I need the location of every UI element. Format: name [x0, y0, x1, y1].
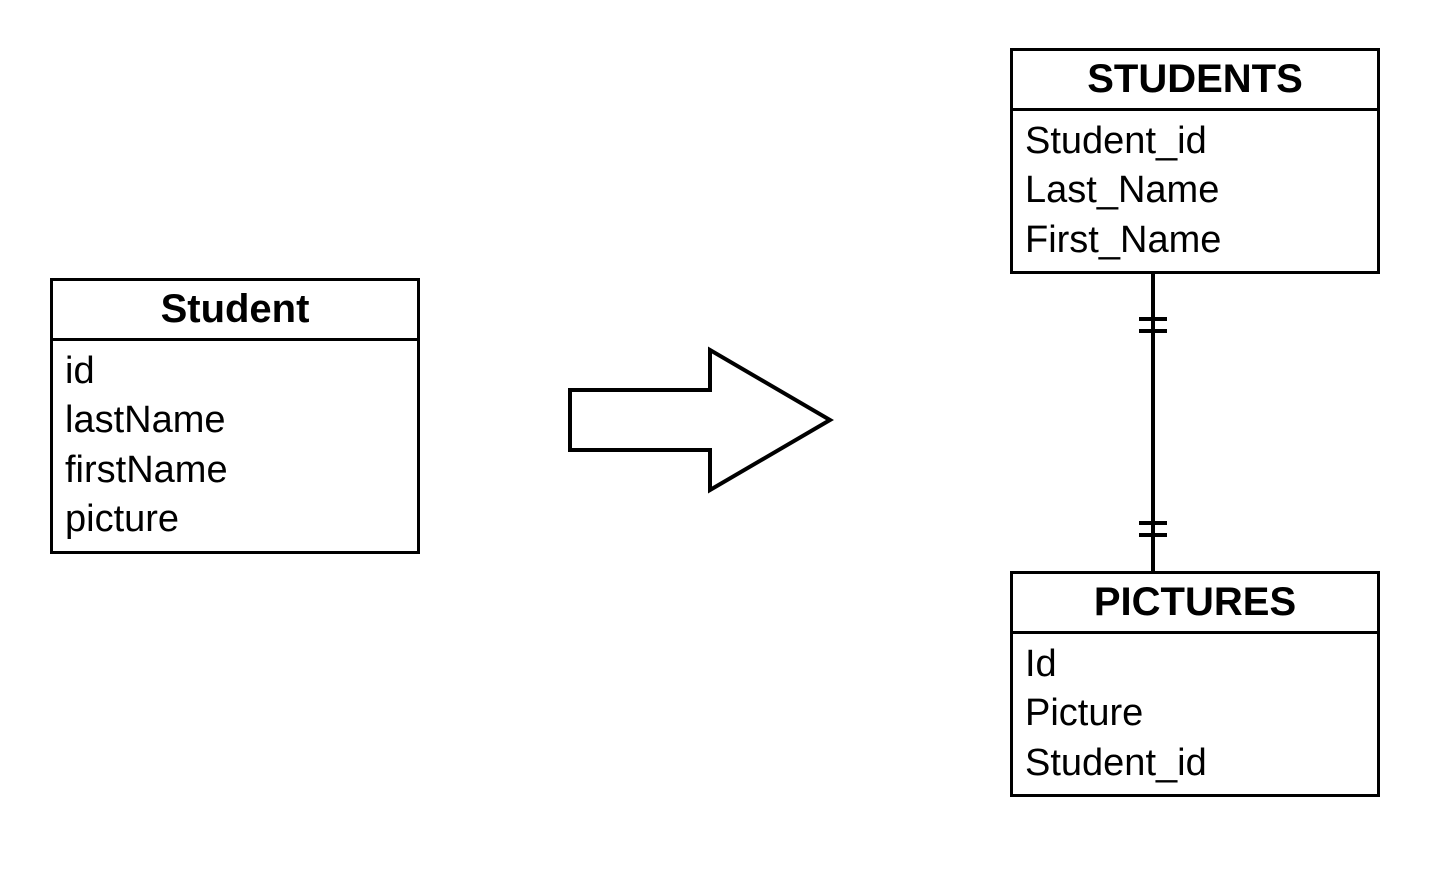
entity-student: Student id lastName firstName picture: [50, 278, 420, 554]
entity-title: Student: [53, 281, 417, 341]
entity-pictures: PICTURES Id Picture Student_id: [1010, 571, 1380, 797]
entity-field: lastName: [65, 396, 405, 445]
arrow-icon: [560, 335, 840, 505]
entity-field: picture: [65, 495, 405, 544]
entity-field: Picture: [1025, 689, 1365, 738]
entity-field: Id: [1025, 640, 1365, 689]
entity-fields: Student_id Last_Name First_Name: [1013, 111, 1377, 271]
entity-field: firstName: [65, 446, 405, 495]
entity-title: PICTURES: [1013, 574, 1377, 634]
relationship-connector: [1133, 271, 1173, 571]
entity-field: Student_id: [1025, 739, 1365, 788]
entity-fields: Id Picture Student_id: [1013, 634, 1377, 794]
entity-title: STUDENTS: [1013, 51, 1377, 111]
entity-field: id: [65, 347, 405, 396]
entity-field: Last_Name: [1025, 166, 1365, 215]
entity-field: First_Name: [1025, 216, 1365, 265]
entity-fields: id lastName firstName picture: [53, 341, 417, 551]
entity-students: STUDENTS Student_id Last_Name First_Name: [1010, 48, 1380, 274]
entity-field: Student_id: [1025, 117, 1365, 166]
